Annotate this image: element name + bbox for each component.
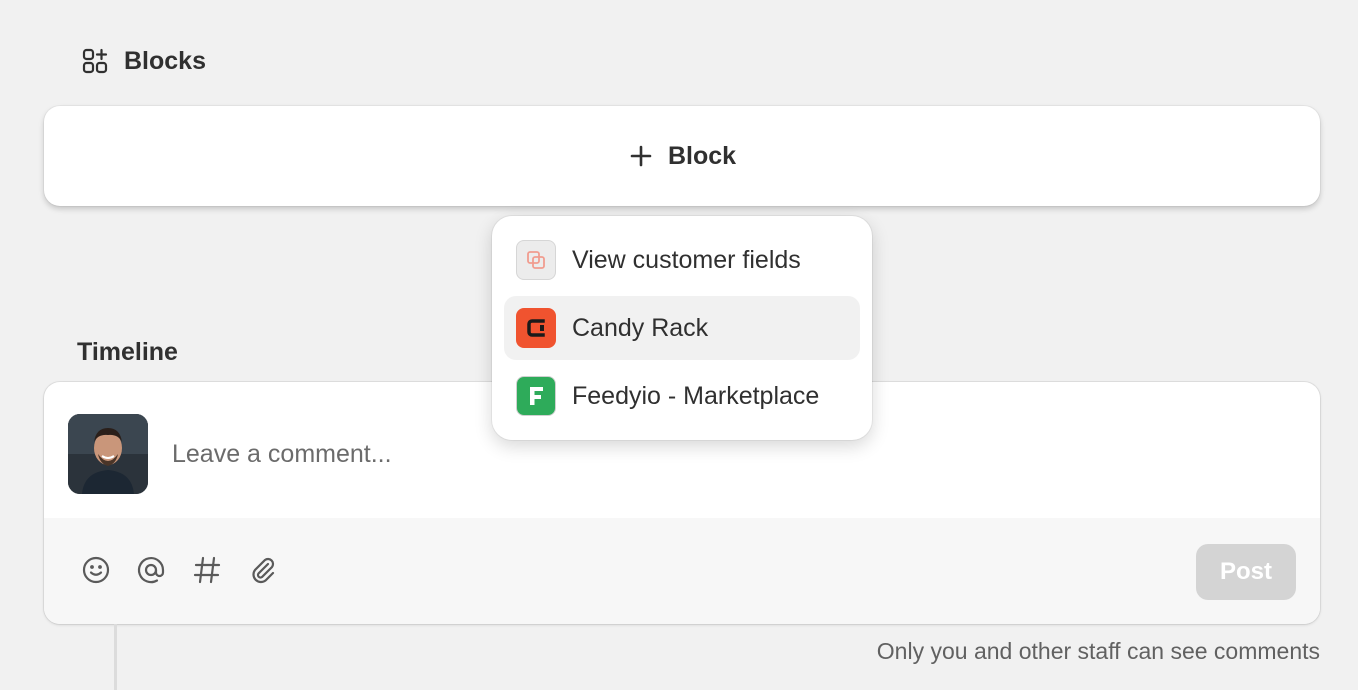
add-block-label: Block [667,141,737,170]
comment-input[interactable] [172,434,1172,474]
hashtag-icon[interactable] [191,554,223,586]
post-button[interactable]: Post [1196,544,1296,600]
emoji-icon[interactable] [80,554,112,586]
blocks-header: Blocks [80,46,206,76]
menu-item-label: View customer fields [572,245,801,274]
mention-icon[interactable] [135,554,167,586]
candy-rack-icon [516,308,556,348]
menu-item-view-customer-fields[interactable]: View customer fields [504,228,860,292]
customer-fields-icon [516,240,556,280]
menu-item-label: Candy Rack [572,313,709,342]
menu-item-candy-rack[interactable]: Candy Rack [504,296,860,360]
add-block-button[interactable]: Block [44,106,1320,206]
visibility-note: Only you and other staff can see comment… [876,638,1320,664]
timeline-title: Timeline [77,338,178,366]
comment-toolbar: Post [44,518,1320,624]
attachment-icon[interactable] [247,554,279,586]
feedyio-icon [516,376,556,416]
plus-icon [628,143,654,169]
avatar [68,414,148,494]
blocks-title: Blocks [124,46,206,75]
menu-item-label: Feedyio - Marketplace [572,381,820,410]
blocks-icon [80,46,110,76]
menu-item-feedyio[interactable]: Feedyio - Marketplace [504,364,860,428]
timeline-connector [114,624,117,690]
add-block-menu: View customer fields Candy Rack Feedyio … [492,216,872,440]
